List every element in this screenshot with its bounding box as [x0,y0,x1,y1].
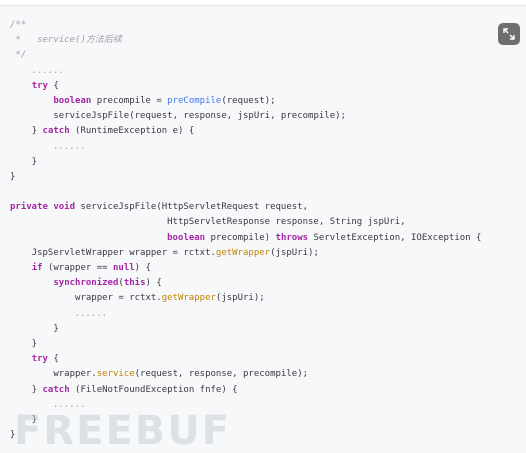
code-line: * service()方法后续 [10,35,122,46]
code-text: (HttpServletRequest request, [156,202,309,213]
keyword: boolean [53,95,92,106]
code-text: ) { [145,278,162,289]
code-line: } [10,414,38,425]
code-text: (FileNotFoundException fnfe) { [69,384,238,395]
code-line: } [10,338,38,349]
keyword: try [31,354,48,365]
code-line: } [10,171,16,182]
expand-button[interactable] [498,23,520,45]
keyword: catch [42,384,70,395]
code-line: JspServletWrapper wrapper = rctxt.getWra… [10,246,481,261]
keyword: catch [42,126,70,137]
code-text: wrapper = rctxt. [10,293,162,304]
expand-icon [503,28,515,40]
code-line: boolean precompile = preCompile(request)… [10,94,481,109]
code-text: (request, response, jspUri, precompile); [129,111,346,122]
code-text: (request, response, precompile); [134,369,309,380]
code-line: } catch (FileNotFoundException fnfe) { [10,383,481,398]
code-text: ServletException, IOException { [308,232,482,243]
code-block: /** * service()方法后续 */ ...... try { bool… [0,5,526,453]
keyword: private void [10,202,76,213]
code-text: (jspUri); [270,247,319,258]
code-line: */ [10,50,27,61]
code-text: { [47,80,59,91]
code-text: precompile = [91,95,168,106]
method-call: service [96,369,135,380]
code-line: ...... [10,65,65,76]
code-line: } [10,156,38,167]
code-line: wrapper = rctxt.getWrapper(jspUri); [10,291,481,306]
code-line: try { [10,352,481,367]
code-line: boolean precompile) throws ServletExcept… [10,231,481,246]
function-name: preCompile [167,95,222,106]
code-text: serviceJspFile [80,202,157,213]
keyword: synchronized [53,278,119,289]
code-text: (request); [221,95,276,106]
code-line: HttpServletResponse response, String jsp… [10,217,406,228]
code-text: ) { [134,263,151,273]
method-call: getWrapper [161,293,216,304]
code-content: /** * service()方法后续 */ ...... try { bool… [10,18,481,443]
keyword: throws [275,232,309,243]
code-text: precompile) [205,232,276,243]
code-line: ...... [10,308,108,319]
code-text: } [31,126,43,137]
code-line: private void serviceJspFile(HttpServletR… [10,200,481,215]
code-text: JspServletWrapper wrapper = rctxt. [10,247,216,258]
code-text: serviceJspFile [53,111,130,122]
keyword: if [31,263,43,273]
keyword: boolean [167,232,206,243]
code-line: try { [10,79,481,94]
method-call: getWrapper [215,247,271,258]
code-line: if (wrapper == null) { [10,261,481,276]
keyword: null [112,263,135,273]
code-text: (wrapper == [42,263,113,273]
code-line: synchronized(this) { [10,276,481,291]
code-line: wrapper.service(request, response, preco… [10,367,481,382]
code-line: ...... [10,399,86,410]
keyword: this [123,278,146,289]
code-line: } catch (RuntimeException e) { [10,124,481,139]
code-text: wrapper. [10,369,97,380]
code-line: serviceJspFile(request, response, jspUri… [10,109,481,124]
code-text: (RuntimeException e) { [69,126,195,137]
code-text: { [47,354,59,365]
code-text: (jspUri); [215,293,265,304]
code-line: } [10,430,16,441]
code-line: /** [10,20,27,30]
code-line: } [10,323,59,334]
keyword: try [31,80,48,91]
code-line: ...... [10,141,86,152]
code-text: } [10,384,43,395]
